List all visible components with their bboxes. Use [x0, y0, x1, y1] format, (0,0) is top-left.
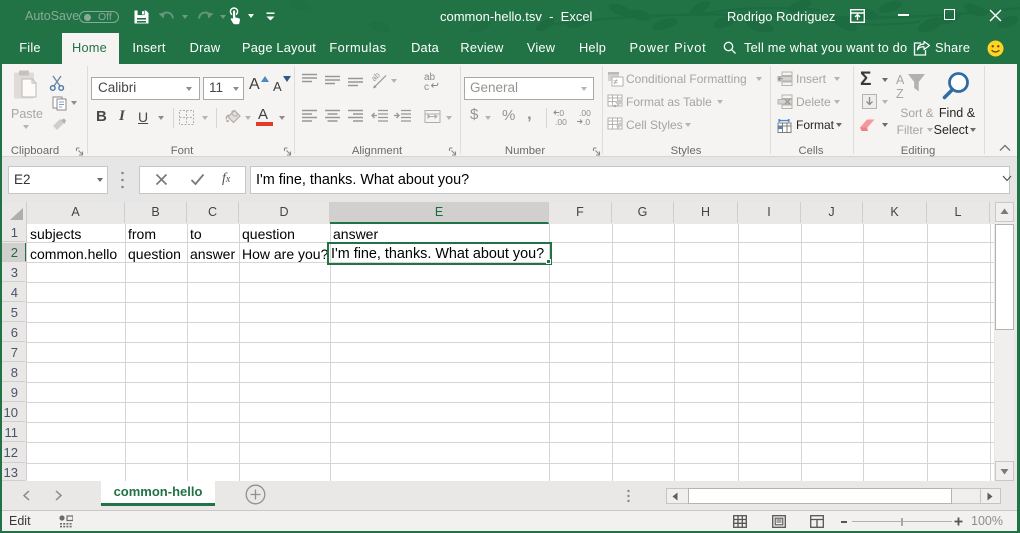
svg-text:Z: Z: [896, 87, 904, 101]
svg-text:A: A: [896, 73, 905, 87]
svg-text:.0: .0: [583, 117, 590, 126]
svg-text:c: c: [424, 82, 429, 91]
svg-text:.00: .00: [555, 117, 567, 126]
svg-text:≠: ≠: [614, 78, 619, 87]
